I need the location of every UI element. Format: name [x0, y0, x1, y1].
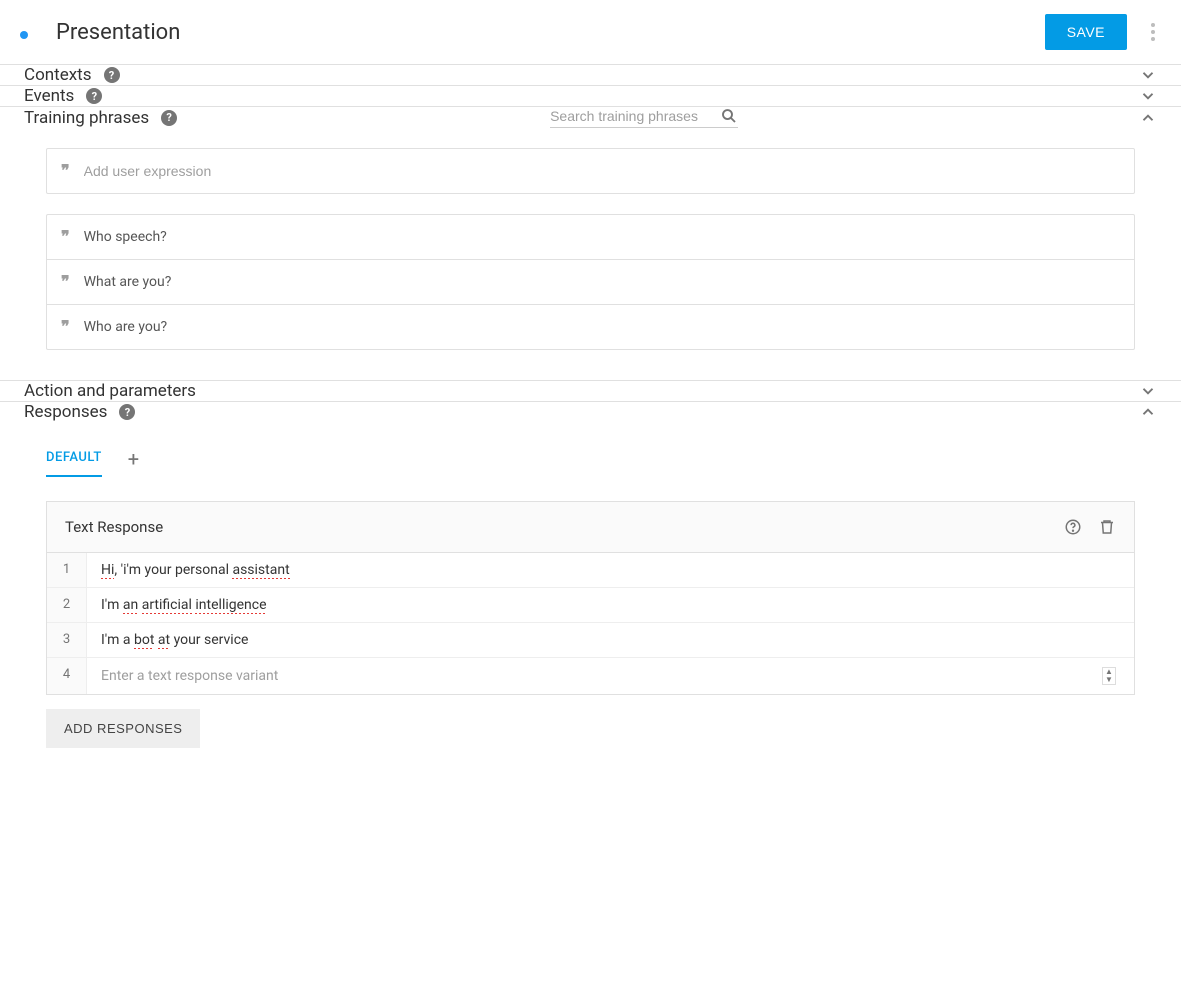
- more-options-icon[interactable]: [1145, 17, 1161, 47]
- chevron-down-icon[interactable]: [1139, 87, 1157, 105]
- page-title: Presentation: [56, 20, 1045, 45]
- search-training-input[interactable]: [550, 108, 710, 124]
- response-tabs: DEFAULT +: [24, 440, 1157, 477]
- response-text[interactable]: I'm an artificial intelligence: [87, 588, 1134, 622]
- section-action-parameters: Action and parameters: [0, 380, 1181, 402]
- training-phrases-body: ❞ ❞ Who speech? ❞ What are you? ❞ Who ar…: [24, 128, 1157, 380]
- response-row[interactable]: 3 I'm a bot at your service: [47, 623, 1134, 658]
- section-title-events: Events: [24, 86, 74, 106]
- row-number: 1: [47, 553, 87, 587]
- add-responses-button[interactable]: ADD RESPONSES: [46, 709, 200, 748]
- chevron-down-icon[interactable]: [1139, 382, 1157, 400]
- response-text-placeholder[interactable]: Enter a text response variant ▲ ▼: [87, 658, 1134, 694]
- status-dot-icon: [20, 31, 28, 39]
- chevron-down-icon[interactable]: [1139, 66, 1157, 84]
- add-tab-button[interactable]: +: [128, 449, 139, 469]
- training-phrase-text: What are you?: [84, 274, 172, 290]
- quote-icon: ❞: [61, 319, 70, 335]
- save-button[interactable]: SAVE: [1045, 14, 1127, 50]
- help-icon[interactable]: ?: [104, 67, 120, 83]
- chevron-down-icon[interactable]: ▼: [1103, 676, 1115, 684]
- chevron-up-icon[interactable]: [1139, 109, 1157, 127]
- section-title-action: Action and parameters: [24, 381, 196, 401]
- search-training-wrap: [550, 107, 738, 128]
- row-number: 3: [47, 623, 87, 657]
- chevron-up-icon[interactable]: [1139, 403, 1157, 421]
- response-row[interactable]: 4 Enter a text response variant ▲ ▼: [47, 658, 1134, 694]
- section-contexts: Contexts ?: [0, 65, 1181, 86]
- page-header: Presentation SAVE: [0, 0, 1181, 65]
- response-text[interactable]: Hi, 'i'm your personal assistant: [87, 553, 1134, 587]
- row-number: 2: [47, 588, 87, 622]
- trash-icon[interactable]: [1098, 518, 1116, 536]
- training-phrase-row[interactable]: ❞ Who are you?: [47, 305, 1134, 349]
- text-response-title: Text Response: [65, 518, 163, 536]
- response-row[interactable]: 2 I'm an artificial intelligence: [47, 588, 1134, 623]
- text-response-card: Text Response 1 Hi, 'i'm your personal a…: [46, 501, 1135, 695]
- quote-icon: ❞: [61, 274, 70, 290]
- response-text[interactable]: I'm a bot at your service: [87, 623, 1134, 657]
- section-title-responses: Responses: [24, 402, 107, 422]
- add-user-expression-input[interactable]: [84, 163, 1120, 179]
- training-phrase-list: ❞ Who speech? ❞ What are you? ❞ Who are …: [46, 214, 1135, 350]
- section-responses: Responses ? DEFAULT + Text Response 1 Hi…: [0, 402, 1181, 748]
- section-events: Events ?: [0, 86, 1181, 107]
- section-title-contexts: Contexts: [24, 65, 92, 85]
- section-training-phrases: Training phrases ? ❞ ❞ Who speech? ❞ Wha…: [0, 107, 1181, 380]
- search-icon[interactable]: [720, 107, 738, 125]
- text-response-header: Text Response: [47, 502, 1134, 553]
- training-phrase-text: Who are you?: [84, 319, 168, 335]
- row-number: 4: [47, 658, 87, 694]
- help-icon[interactable]: ?: [161, 110, 177, 126]
- training-phrase-row[interactable]: ❞ What are you?: [47, 260, 1134, 305]
- training-phrase-text: Who speech?: [84, 229, 167, 245]
- training-phrase-row[interactable]: ❞ Who speech?: [47, 215, 1134, 260]
- add-user-expression-row: ❞: [46, 148, 1135, 194]
- quote-icon: ❞: [61, 229, 70, 245]
- section-title-training: Training phrases: [24, 108, 149, 128]
- response-row[interactable]: 1 Hi, 'i'm your personal assistant: [47, 553, 1134, 588]
- help-icon[interactable]: ?: [86, 88, 102, 104]
- stepper-control[interactable]: ▲ ▼: [1102, 667, 1116, 685]
- help-icon[interactable]: ?: [119, 404, 135, 420]
- help-outline-icon[interactable]: [1064, 518, 1082, 536]
- quote-icon: ❞: [61, 163, 70, 179]
- tab-default[interactable]: DEFAULT: [46, 440, 102, 477]
- add-responses-wrap: ADD RESPONSES: [46, 709, 1135, 748]
